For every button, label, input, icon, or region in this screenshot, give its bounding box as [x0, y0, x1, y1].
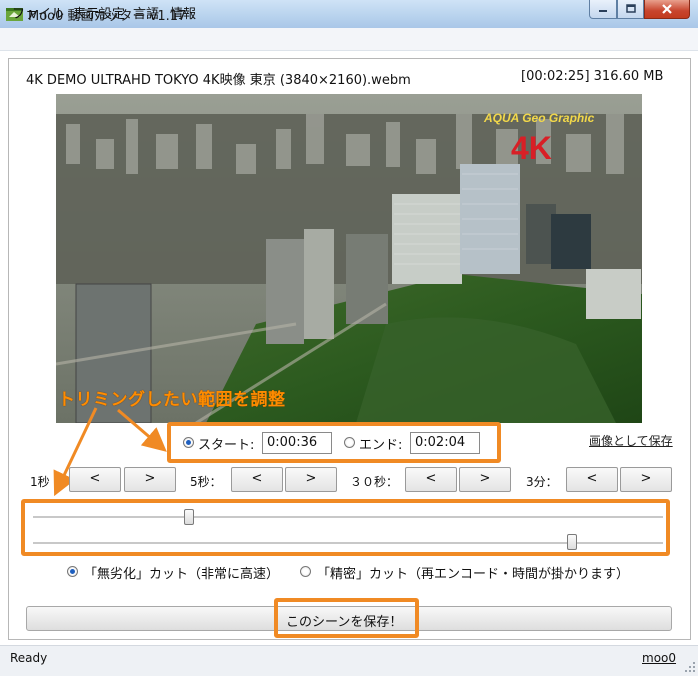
start-time-field[interactable]: 0:00:36 — [262, 432, 332, 454]
save-scene-label: このシーンを保存！ — [286, 615, 403, 630]
start-radio[interactable] — [183, 437, 194, 448]
step-forward-30s-button[interactable]: > — [459, 467, 511, 492]
status-text: Ready — [10, 651, 48, 665]
moo0-link[interactable]: moo0 — [642, 651, 676, 665]
resize-grip-icon[interactable] — [684, 661, 696, 673]
status-bar — [0, 645, 698, 676]
save-as-image-link[interactable]: 画像として保存 — [589, 432, 673, 449]
end-slider-thumb[interactable] — [566, 534, 577, 550]
step-label-5s: 5秒： — [190, 475, 222, 489]
step-back-3m-button[interactable]: < — [566, 467, 618, 492]
lossless-cut-label: 「無劣化」カット（非常に高速） — [84, 567, 280, 582]
step-back-1s-button[interactable]: < — [69, 467, 121, 492]
step-label-3m: 3分： — [526, 475, 558, 489]
step-forward-3m-button[interactable]: > — [620, 467, 672, 492]
step-forward-5s-button[interactable]: > — [285, 467, 337, 492]
step-back-5s-button[interactable]: < — [231, 467, 283, 492]
lossless-cut-radio[interactable] — [67, 566, 78, 577]
start-slider-track[interactable] — [33, 516, 663, 519]
end-label: エンド: — [359, 438, 403, 453]
precise-cut-label: 「精密」カット（再エンコード・時間が掛かります） — [317, 567, 630, 582]
precise-cut-radio[interactable] — [300, 566, 311, 577]
step-back-30s-button[interactable]: < — [405, 467, 457, 492]
step-forward-1s-button[interactable]: > — [124, 467, 176, 492]
end-time-field[interactable]: 0:02:04 — [410, 432, 480, 454]
end-radio[interactable] — [344, 437, 355, 448]
step-label-1s: 1秒 — [30, 475, 50, 489]
start-label: スタート: — [198, 438, 255, 453]
step-label-30s: ３０秒： — [350, 475, 399, 489]
start-slider-thumb[interactable] — [184, 509, 195, 525]
